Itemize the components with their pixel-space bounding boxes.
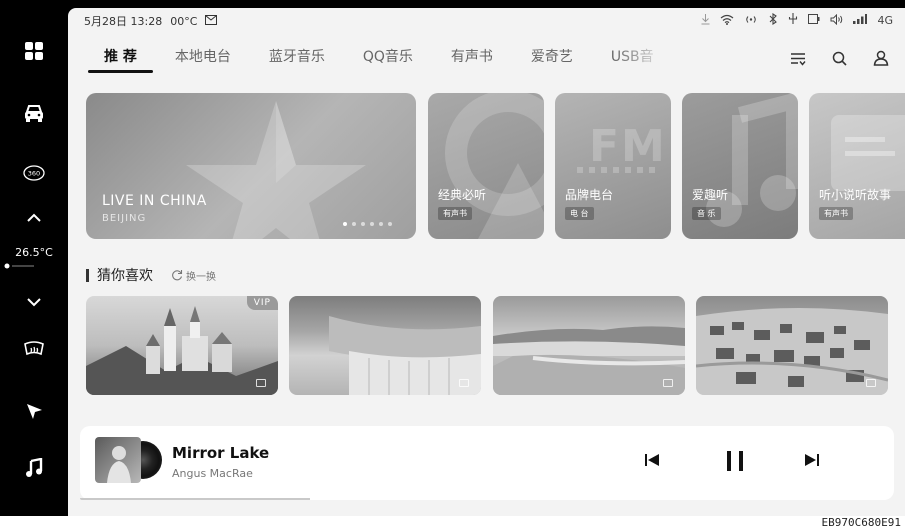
image-code: EB970C680E91	[821, 516, 901, 529]
previous-track-button[interactable]	[644, 452, 660, 472]
next-icon	[805, 454, 819, 466]
hero-banner[interactable]: LIVE IN CHINA BEIJING	[86, 93, 416, 239]
card-brand-radio[interactable]: FM 品牌电台 电 台	[555, 93, 671, 239]
playback-progress[interactable]	[80, 498, 310, 500]
carousel-dot[interactable]	[388, 222, 392, 226]
signal-icon	[853, 14, 868, 27]
recommend-item-dunes[interactable]	[493, 296, 685, 395]
temperature-display: 26.5°C	[15, 245, 53, 259]
refresh-button[interactable]: 换一换	[171, 268, 216, 283]
town-art	[696, 307, 888, 395]
temp-down-icon[interactable]	[0, 292, 68, 312]
song-artist: Angus MacRae	[172, 467, 253, 480]
screen: 360 26.5°C 5月28日 13:28 00°C 4G 推 荐 本地电台 …	[0, 0, 905, 516]
volume-icon	[830, 13, 843, 28]
refresh-label: 换一换	[186, 271, 216, 283]
temp-up-icon[interactable]	[0, 208, 68, 228]
card-title: 爱趣听	[692, 188, 729, 202]
fan-level-icon	[0, 262, 68, 270]
card-fun-listen[interactable]: 爱趣听 音 乐	[682, 93, 798, 239]
media-type-icon	[459, 379, 469, 387]
card-tag: 有声书	[438, 207, 472, 220]
bluetooth-icon	[768, 12, 778, 28]
sidebar: 360 26.5°C	[0, 0, 68, 516]
card-tag: 音 乐	[692, 207, 721, 220]
dunes-art	[493, 326, 685, 395]
recommend-header: 猜你喜欢 换一换	[86, 265, 216, 285]
card-classic-audiobook[interactable]: 经典必听 有声书	[428, 93, 544, 239]
card-novels-stories[interactable]: 听小说听故事 有声书	[809, 93, 905, 239]
tab-bar: 推 荐 本地电台 蓝牙音乐 QQ音乐 有声书 爱奇艺 USB音	[84, 46, 654, 80]
tab-recommend[interactable]: 推 荐	[88, 46, 153, 80]
apps-grid-icon[interactable]	[0, 38, 68, 64]
navigation-icon[interactable]	[0, 398, 68, 424]
tab-audiobook[interactable]: 有声书	[451, 46, 493, 80]
tab-iqiyi[interactable]: 爱奇艺	[531, 46, 573, 80]
media-type-icon	[256, 379, 266, 387]
status-bar: 5月28日 13:28 00°C 4G	[68, 8, 905, 32]
carousel-dot[interactable]	[352, 222, 356, 226]
recommend-item-waterfall[interactable]	[289, 296, 481, 395]
hero-subtitle: BEIJING	[102, 213, 147, 224]
carousel-dot[interactable]	[370, 222, 374, 226]
card-title: 经典必听	[438, 188, 487, 202]
star-graphic	[186, 101, 366, 239]
top-actions	[790, 50, 889, 70]
playlist-filter-icon[interactable]	[790, 51, 806, 70]
album-cover	[95, 437, 141, 483]
section-marker	[86, 268, 89, 282]
vip-badge: VIP	[246, 296, 278, 310]
refresh-icon	[172, 270, 183, 281]
outside-temperature: 00°C	[170, 14, 198, 28]
card-title: 品牌电台	[565, 188, 614, 202]
tab-bluetooth-music[interactable]: 蓝牙音乐	[269, 46, 325, 80]
section-title: 猜你喜欢	[97, 268, 153, 284]
pause-icon	[727, 451, 743, 471]
usb-icon	[788, 13, 798, 28]
camera-360-label: 360	[28, 170, 40, 178]
user-icon[interactable]	[873, 50, 889, 70]
search-icon[interactable]	[832, 51, 847, 70]
previous-icon	[645, 454, 659, 466]
hero-title: LIVE IN CHINA	[102, 193, 207, 209]
mail-icon	[205, 14, 218, 28]
car-icon[interactable]	[0, 100, 68, 126]
next-track-button[interactable]	[804, 452, 820, 472]
pause-button[interactable]	[725, 450, 745, 476]
recommend-item-snowy-town[interactable]	[696, 296, 888, 395]
carousel-dots	[343, 222, 392, 226]
screen-cast-icon	[808, 14, 820, 27]
song-title: Mirror Lake	[172, 444, 270, 462]
media-type-icon	[866, 379, 876, 387]
defrost-icon[interactable]	[0, 336, 68, 362]
date-time: 5月28日 13:28	[84, 15, 163, 28]
card-tag: 电 台	[565, 207, 594, 220]
music-icon[interactable]	[0, 455, 68, 481]
waterfall-art	[329, 316, 481, 395]
tab-local-radio[interactable]: 本地电台	[175, 46, 231, 80]
recommend-item-castle[interactable]: VIP	[86, 296, 278, 395]
castle-art	[86, 306, 278, 395]
network-type: 4G	[877, 14, 893, 27]
wifi-icon	[720, 14, 734, 28]
tab-fade	[613, 44, 683, 72]
camera-360-icon[interactable]: 360	[0, 160, 68, 186]
carousel-dot[interactable]	[379, 222, 383, 226]
download-icon	[701, 13, 710, 28]
main-panel: 5月28日 13:28 00°C 4G 推 荐 本地电台 蓝牙音乐 QQ音乐 有…	[68, 8, 905, 516]
tab-qq-music[interactable]: QQ音乐	[363, 46, 413, 80]
carousel-dot[interactable]	[361, 222, 365, 226]
media-type-icon	[663, 379, 673, 387]
album-art	[107, 446, 131, 483]
hotspot-icon	[744, 14, 758, 28]
card-title: 听小说听故事	[819, 188, 892, 202]
mini-player[interactable]: Mirror Lake Angus MacRae	[80, 426, 894, 500]
card-tag: 有声书	[819, 207, 853, 220]
carousel-dot[interactable]	[343, 222, 347, 226]
